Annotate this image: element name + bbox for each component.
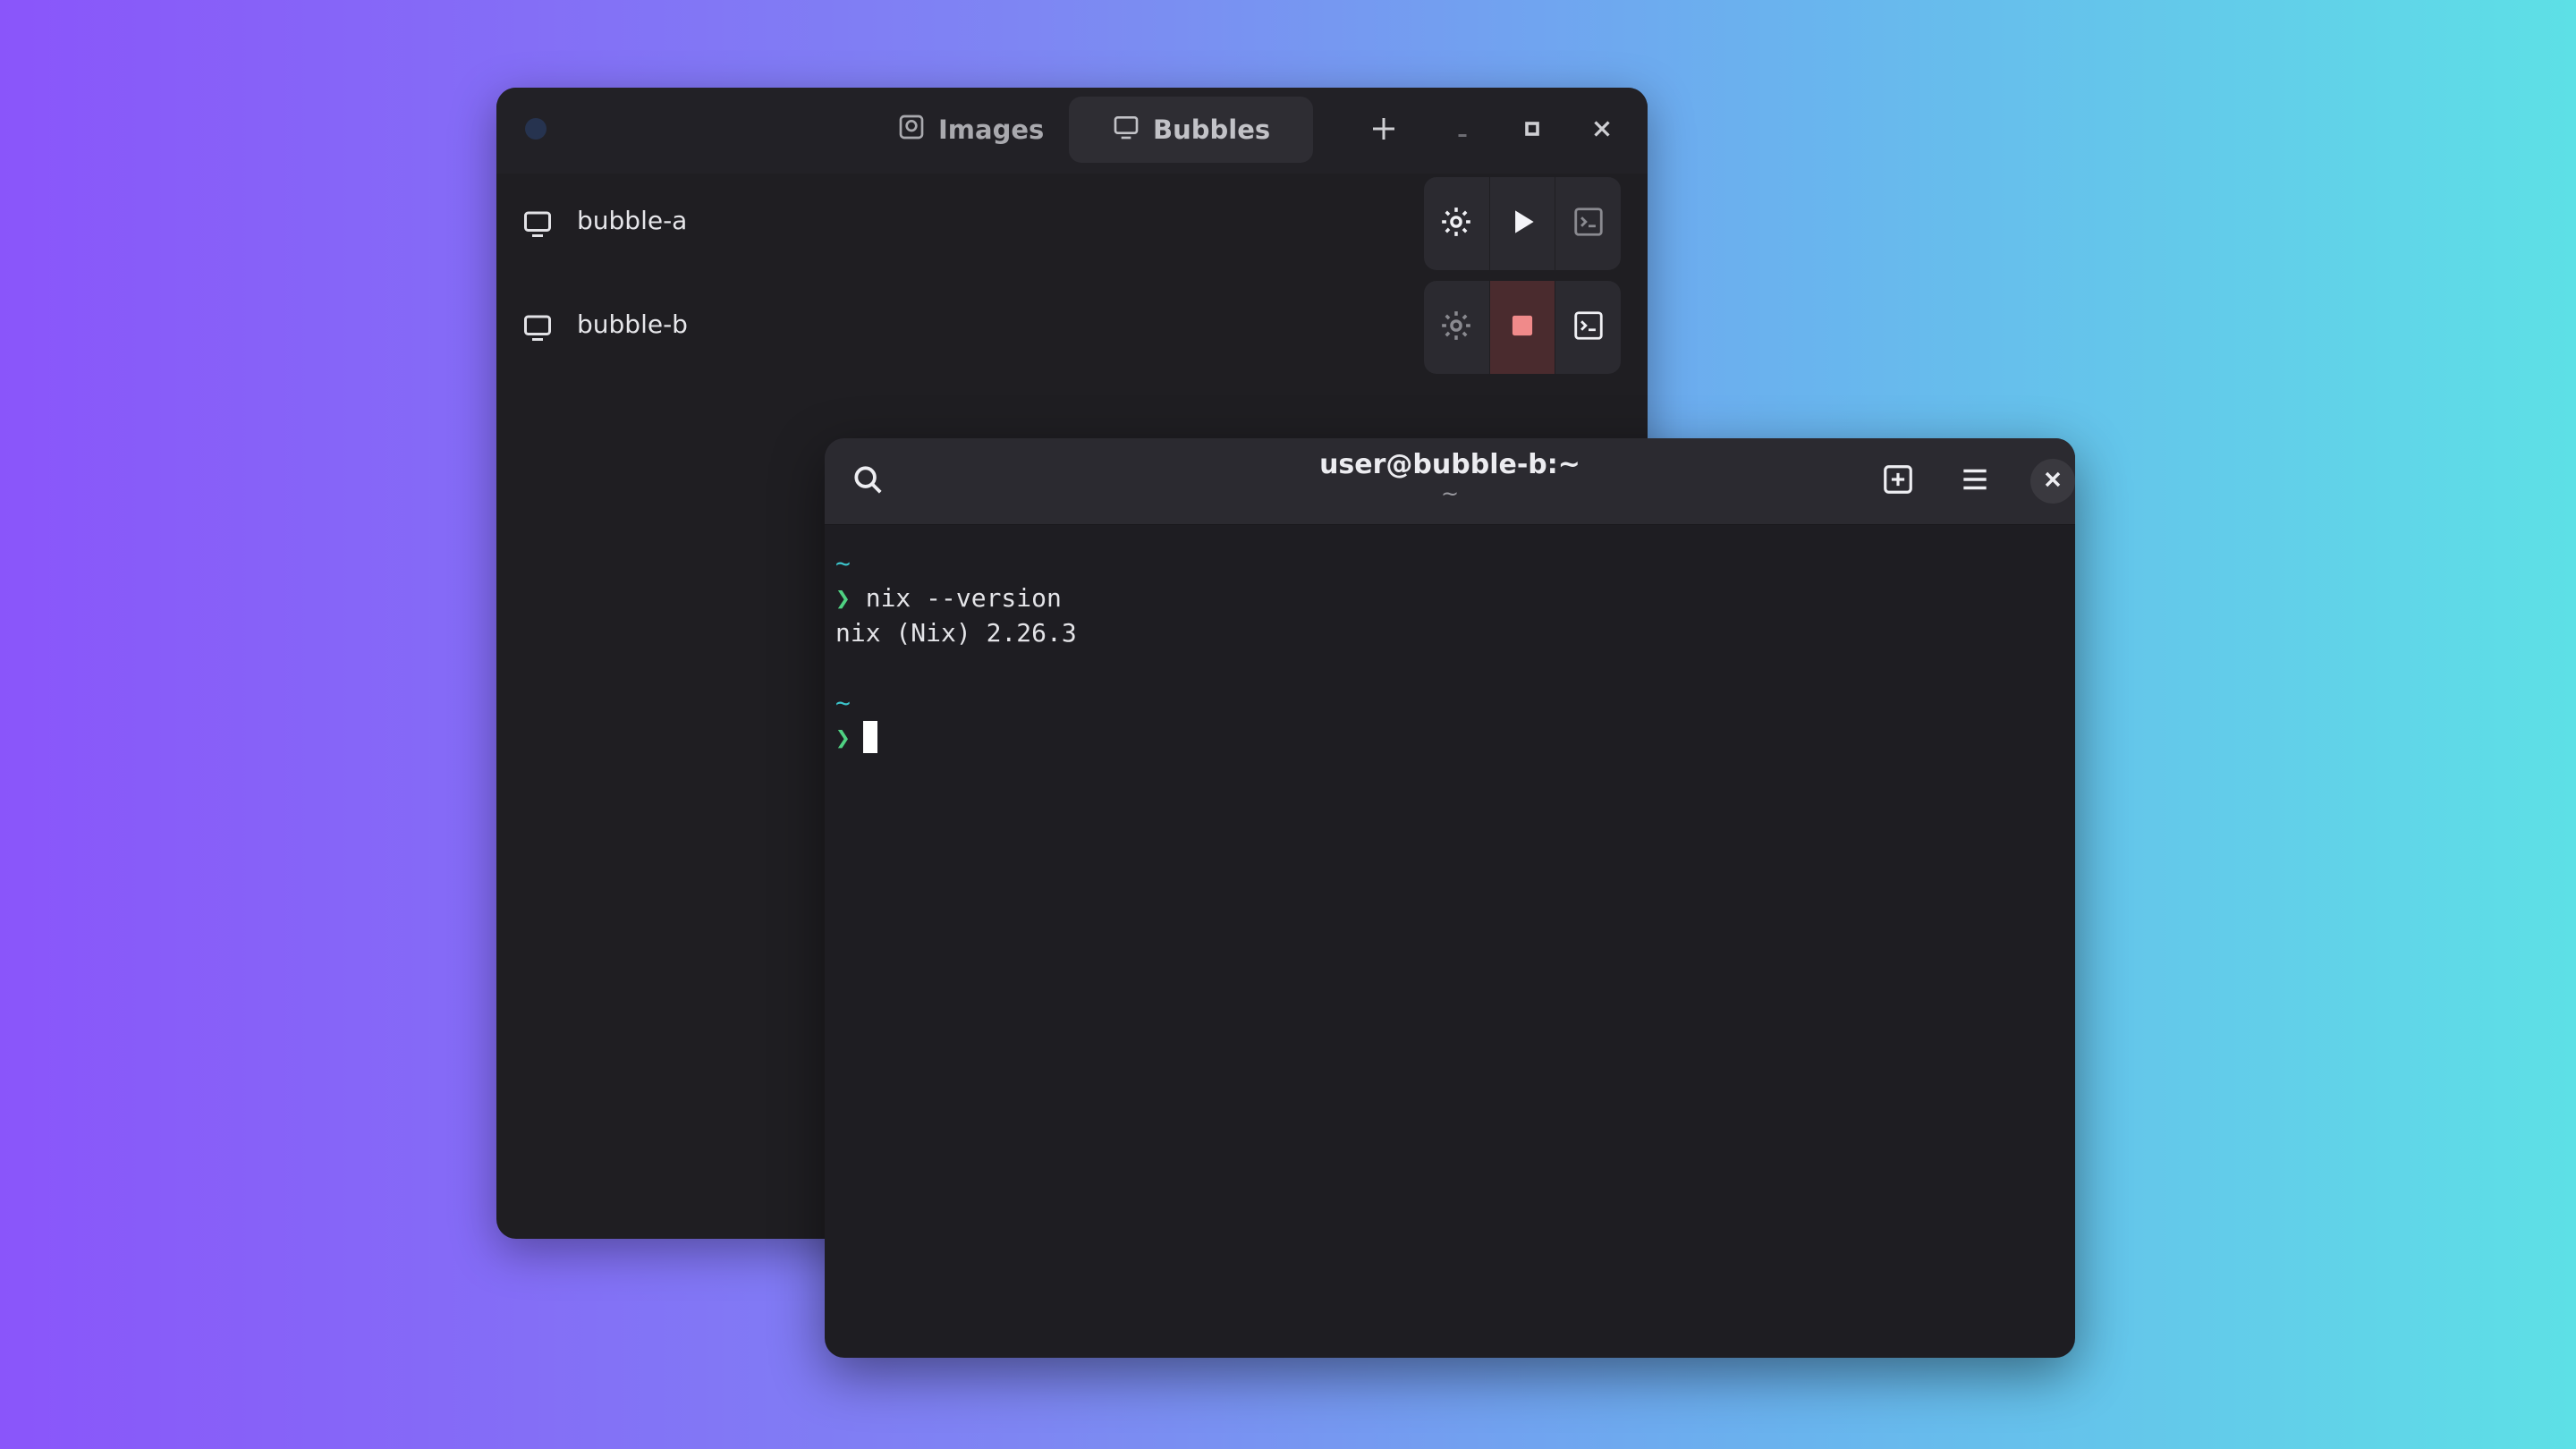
bubble-actions xyxy=(1424,177,1621,270)
hamburger-menu-icon xyxy=(1958,462,1992,500)
text-cursor xyxy=(862,721,877,753)
close-icon xyxy=(1586,113,1618,148)
terminal-window: user@bubble-b:~ ~ ~ ❯ nix --version nix … xyxy=(825,438,2075,1358)
monitor-icon xyxy=(1112,113,1140,148)
tab-bubbles[interactable]: Bubbles xyxy=(1069,97,1314,163)
add-button[interactable] xyxy=(1364,111,1403,150)
close-button[interactable] xyxy=(1582,111,1622,150)
cwd-indicator: ~ xyxy=(835,548,851,578)
bubble-actions xyxy=(1424,281,1621,374)
add-icon xyxy=(1368,113,1400,148)
monitor-icon xyxy=(521,311,554,343)
app-icon xyxy=(525,118,547,140)
new-tab-icon xyxy=(1881,462,1915,500)
minimize-icon xyxy=(1446,113,1479,148)
minimize-button[interactable] xyxy=(1443,111,1482,150)
terminal-line: ~ xyxy=(835,546,2064,580)
cwd-indicator: ~ xyxy=(835,688,851,717)
bubble-name: bubble-b xyxy=(577,309,688,339)
terminal-output[interactable]: ~ ❯ nix --version nix (Nix) 2.26.3 ~ ❯ xyxy=(835,546,2064,1347)
maximize-icon xyxy=(1516,113,1548,148)
menu-button[interactable] xyxy=(1952,458,1998,504)
gear-icon xyxy=(1439,309,1473,346)
close-icon xyxy=(2040,467,2065,496)
prompt-symbol: ❯ xyxy=(835,723,851,752)
header-bar: Images Bubbles xyxy=(496,88,1648,174)
tab-images[interactable]: Images xyxy=(854,97,1087,163)
prompt-symbol: ❯ xyxy=(835,583,851,613)
command-output: nix (Nix) 2.26.3 xyxy=(835,618,1077,648)
play-icon xyxy=(1505,205,1539,242)
terminal-button[interactable] xyxy=(1555,281,1621,374)
image-icon xyxy=(897,113,926,148)
tab-images-label: Images xyxy=(938,114,1045,145)
terminal-line: ❯ nix --version xyxy=(835,580,2064,615)
maximize-button[interactable] xyxy=(1513,111,1552,150)
stop-button[interactable] xyxy=(1489,281,1556,374)
terminal-close-button[interactable] xyxy=(2030,459,2075,504)
terminal-line: nix (Nix) 2.26.3 xyxy=(835,615,2064,650)
terminal-button[interactable] xyxy=(1555,177,1621,270)
settings-button[interactable] xyxy=(1424,281,1490,374)
command-text: nix --version xyxy=(865,583,1062,613)
bubble-row[interactable]: bubble-a xyxy=(496,174,1648,274)
terminal-line: ~ xyxy=(835,685,2064,720)
tab-bubbles-label: Bubbles xyxy=(1153,114,1271,145)
bubble-row[interactable]: bubble-b xyxy=(496,277,1648,377)
terminal-icon xyxy=(1572,309,1606,346)
terminal-line: ❯ xyxy=(835,720,2064,755)
gear-icon xyxy=(1439,205,1473,242)
settings-button[interactable] xyxy=(1424,177,1490,270)
terminal-header: user@bubble-b:~ ~ xyxy=(825,438,2075,525)
monitor-icon xyxy=(521,208,554,240)
new-tab-button[interactable] xyxy=(1875,458,1921,504)
bubble-name: bubble-a xyxy=(577,206,688,235)
start-button[interactable] xyxy=(1490,177,1556,270)
stop-icon xyxy=(1505,309,1539,346)
terminal-icon xyxy=(1572,205,1606,242)
